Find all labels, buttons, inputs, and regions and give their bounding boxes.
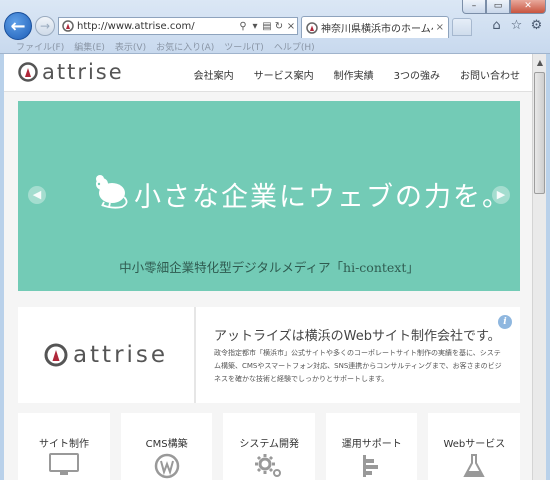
maximize-button[interactable]: ▭ [486, 0, 510, 14]
intro-body: 政令指定都市「横浜市」公式サイトや多くのコーポレートサイト制作の実績を基に、シス… [214, 349, 502, 383]
page-viewport: attrise 会社案内 サービス案内 制作実績 3つの強み お問い合わせ ◀ … [4, 54, 532, 480]
intro-logo: attrise [18, 307, 196, 403]
service-card-support[interactable]: 運用サポート [325, 413, 418, 480]
browser-chrome: – ▭ ✕ ← → http://www.attrise.com/ ⚲ ▾ ▤ … [0, 0, 550, 54]
window-frame [546, 54, 550, 480]
back-button[interactable]: ← [4, 12, 32, 40]
services-row: サイト制作 CMS構築 システム開発 運用サポート Webサービス [18, 413, 520, 480]
menu-bar: ファイル(F) 編集(E) 表示(V) お気に入り(A) ツール(T) ヘルプ(… [0, 39, 550, 53]
bar-chart-icon [362, 455, 378, 477]
menu-edit[interactable]: 編集(E) [74, 40, 105, 53]
gear-icon [255, 454, 282, 477]
window-controls: – ▭ ✕ [462, 0, 546, 14]
mouse-icon [96, 175, 128, 209]
browser-toolbar-icons: ⌂ ☆ ⚙ [489, 18, 544, 34]
home-icon[interactable]: ⌂ [489, 18, 504, 34]
forward-arrow-icon: → [39, 19, 51, 33]
gear-icon[interactable]: ⚙ [529, 18, 544, 34]
nav-services[interactable]: サービス案内 [254, 67, 314, 82]
close-window-button[interactable]: ✕ [510, 0, 546, 14]
nav-contact[interactable]: お問い合わせ [460, 67, 520, 82]
intro-box: attrise アットライズは横浜のWebサイト制作会社です。 政令指定都市「横… [18, 307, 520, 403]
refresh-icon[interactable]: ↻ [273, 21, 285, 32]
address-bar[interactable]: http://www.attrise.com/ ⚲ ▾ ▤ ↻ × [58, 17, 298, 35]
service-card-system[interactable]: システム開発 [223, 413, 315, 480]
scroll-thumb[interactable] [534, 72, 545, 194]
menu-help[interactable]: ヘルプ(H) [274, 40, 315, 53]
main-nav: 会社案内 サービス案内 制作実績 3つの強み お問い合わせ [194, 67, 520, 82]
compatibility-view-icon[interactable]: ▤ [261, 21, 273, 32]
service-card-site[interactable]: サイト制作 [18, 413, 110, 480]
menu-file[interactable]: ファイル(F) [16, 40, 64, 53]
site-favicon-icon [62, 20, 74, 32]
star-icon[interactable]: ☆ [509, 18, 524, 34]
wordpress-icon [154, 453, 179, 479]
new-tab-button[interactable] [452, 18, 472, 36]
scroll-up-icon[interactable]: ▲ [533, 56, 547, 70]
tab-close-icon[interactable]: × [436, 22, 444, 33]
monitor-icon [49, 453, 79, 475]
site-header: attrise 会社案内 サービス案内 制作実績 3つの強み お問い合わせ [4, 54, 532, 92]
intro-heading: アットライズは横浜のWebサイト制作会社です。 [214, 329, 501, 344]
tab-title: 神奈川県横浜市のホームペ... [321, 24, 433, 35]
dropdown-icon[interactable]: ▾ [249, 21, 261, 32]
site-logo[interactable]: attrise [18, 60, 124, 84]
menu-favorites[interactable]: お気に入り(A) [156, 40, 214, 53]
menu-tools[interactable]: ツール(T) [224, 40, 264, 53]
vertical-scrollbar[interactable]: ▲ [532, 54, 546, 480]
address-url[interactable]: http://www.attrise.com/ [77, 21, 237, 32]
search-icon[interactable]: ⚲ [237, 21, 249, 32]
stop-icon[interactable]: × [285, 21, 297, 32]
logo-mark-icon [44, 343, 68, 367]
logo-text: attrise [42, 60, 124, 84]
hero-subtitle[interactable]: 中小零細企業特化型デジタルメディア「hi-context」 [18, 257, 520, 276]
nav-works[interactable]: 制作実績 [334, 67, 374, 82]
service-label: サイト制作 [39, 439, 89, 450]
tab-active[interactable]: 神奈川県横浜市のホームペ... × [301, 16, 449, 38]
hero-banner: ◀ ▶ 小さな企業にウェブの力を。 中小零細企業特化型デジタルメディア「hi-c… [18, 101, 520, 291]
menu-view[interactable]: 表示(V) [115, 40, 146, 53]
hero-title: 小さな企業にウェブの力を。 [134, 182, 511, 213]
tab-favicon-icon [306, 21, 318, 34]
flask-icon [463, 454, 486, 477]
nav-strengths[interactable]: 3つの強み [394, 67, 440, 82]
back-arrow-icon: ← [10, 15, 26, 37]
info-icon[interactable]: i [498, 315, 512, 329]
service-label: CMS構築 [145, 439, 188, 450]
service-card-cms[interactable]: CMS構築 [120, 413, 213, 480]
forward-button[interactable]: → [35, 16, 55, 36]
nav-company[interactable]: 会社案内 [194, 67, 234, 82]
service-label: システム開発 [239, 439, 300, 450]
logo-mark-icon [18, 62, 38, 82]
service-label: 運用サポート [341, 439, 402, 450]
service-card-webservice[interactable]: Webサービス [428, 413, 520, 480]
slider-prev-button[interactable]: ◀ [28, 186, 46, 204]
service-label: Webサービス [443, 439, 506, 450]
minimize-button[interactable]: – [462, 0, 486, 14]
intro-logo-text: attrise [72, 342, 169, 368]
